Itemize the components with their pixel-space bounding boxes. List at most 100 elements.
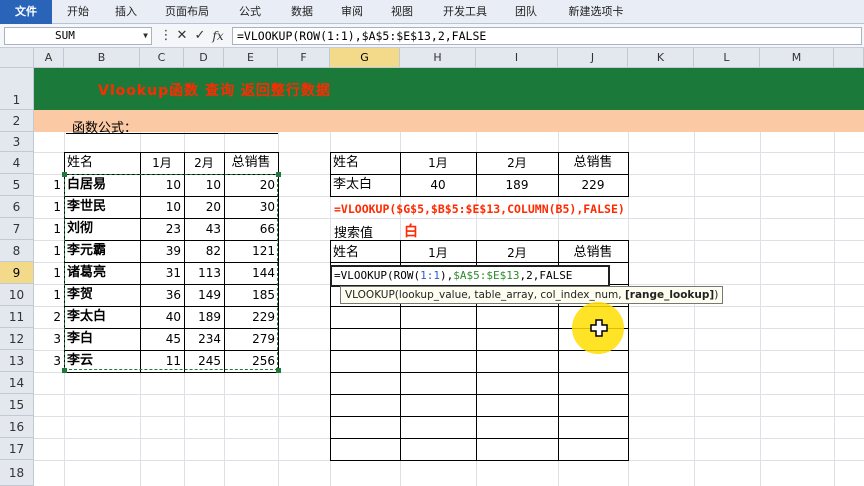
column-header-n-partial[interactable] bbox=[834, 48, 864, 68]
column-header-a[interactable]: A bbox=[34, 48, 64, 68]
copy-selection-marquee bbox=[64, 174, 278, 370]
row-header-14[interactable]: 14 bbox=[0, 372, 34, 394]
cell-border bbox=[628, 152, 629, 197]
selection-handle[interactable] bbox=[276, 172, 281, 177]
row-header-9[interactable]: 9 bbox=[0, 262, 34, 284]
tab-view[interactable]: 视图 bbox=[380, 0, 424, 24]
result-header-total[interactable]: 总销售 bbox=[558, 152, 628, 174]
result-jan[interactable]: 40 bbox=[400, 174, 476, 196]
column-header-d[interactable]: D bbox=[184, 48, 224, 68]
chevron-down-icon[interactable]: ▼ bbox=[143, 28, 148, 44]
row-header-3[interactable]: 3 bbox=[0, 132, 34, 152]
tab-page-layout[interactable]: 页面布局 bbox=[154, 0, 220, 24]
row-header-5[interactable]: 5 bbox=[0, 174, 34, 196]
lookup-header-name[interactable]: 姓名 bbox=[330, 242, 400, 264]
cancel-icon[interactable]: ✕ bbox=[174, 28, 190, 44]
row-header-15[interactable]: 15 bbox=[0, 394, 34, 416]
col-a-value[interactable]: 3 bbox=[34, 350, 64, 372]
cell-border bbox=[330, 416, 629, 417]
row-header-12[interactable]: 12 bbox=[0, 328, 34, 350]
tab-home[interactable]: 开始 bbox=[56, 0, 100, 24]
row-header-6[interactable]: 6 bbox=[0, 196, 34, 218]
formula-text-suffix: ,2,FALSE bbox=[430, 29, 487, 43]
column-header-h[interactable]: H bbox=[400, 48, 476, 68]
cell-border bbox=[330, 152, 331, 197]
header-total[interactable]: 总销售 bbox=[224, 152, 278, 174]
column-header-j[interactable]: J bbox=[558, 48, 628, 68]
column-header-c[interactable]: C bbox=[140, 48, 184, 68]
sheet-title: Vlookup函数 查询 返回整行数据 bbox=[98, 83, 331, 99]
tab-file[interactable]: 文件 bbox=[0, 0, 52, 24]
tooltip-close-paren: ) bbox=[714, 289, 719, 301]
column-header-i[interactable]: I bbox=[476, 48, 558, 68]
editor-mid: ), bbox=[439, 269, 454, 282]
header-feb[interactable]: 2月 bbox=[184, 152, 224, 174]
tab-insert[interactable]: 插入 bbox=[104, 0, 148, 24]
formula-bar: SUM ▼ ⋮ ✕ ✓ fx =VLOOKUP(ROW(1:1),$A$5:$E… bbox=[0, 24, 864, 48]
result-name[interactable]: 李太白 bbox=[330, 174, 400, 196]
formula-input[interactable]: =VLOOKUP(ROW(1:1),$A$5:$E$13,2,FALSE bbox=[232, 27, 862, 45]
col-a-value[interactable]: 1 bbox=[34, 218, 64, 240]
result-header-jan[interactable]: 1月 bbox=[400, 152, 476, 174]
tab-new-tab[interactable]: 新建选项卡 bbox=[556, 0, 636, 24]
editor-suffix: ,2,FALSE bbox=[519, 269, 573, 282]
column-header-m[interactable]: M bbox=[760, 48, 834, 68]
result-header-name[interactable]: 姓名 bbox=[330, 152, 400, 174]
cell-border bbox=[330, 438, 629, 439]
tab-review[interactable]: 审阅 bbox=[330, 0, 374, 24]
select-all-corner[interactable] bbox=[0, 48, 34, 68]
tab-formulas[interactable]: 公式 bbox=[228, 0, 272, 24]
header-name[interactable]: 姓名 bbox=[64, 152, 140, 174]
column-header-b[interactable]: B bbox=[64, 48, 140, 68]
row-header-13[interactable]: 13 bbox=[0, 350, 34, 372]
result-header-feb[interactable]: 2月 bbox=[476, 152, 558, 174]
cell-border bbox=[64, 152, 279, 153]
name-box[interactable]: SUM ▼ bbox=[4, 27, 152, 45]
formula-text-row: 1:1 bbox=[327, 29, 348, 43]
function-signature-tooltip[interactable]: VLOOKUP(lookup_value, table_array, col_i… bbox=[340, 286, 724, 304]
col-a-value[interactable]: 1 bbox=[34, 284, 64, 306]
enter-icon[interactable]: ✓ bbox=[192, 28, 208, 44]
col-a-value[interactable]: 2 bbox=[34, 306, 64, 328]
more-options-icon[interactable]: ⋮ bbox=[158, 28, 174, 44]
row-header-2[interactable]: 2 bbox=[0, 110, 34, 132]
lookup-header-feb[interactable]: 2月 bbox=[476, 242, 558, 264]
column-header-g[interactable]: G bbox=[330, 48, 400, 68]
col-a-value[interactable]: 1 bbox=[34, 262, 64, 284]
column-header-f[interactable]: F bbox=[278, 48, 330, 68]
column-header-k[interactable]: K bbox=[628, 48, 694, 68]
tooltip-range-lookup-arg[interactable]: [range_lookup] bbox=[625, 289, 714, 301]
row-header-4[interactable]: 4 bbox=[0, 152, 34, 174]
header-jan[interactable]: 1月 bbox=[140, 152, 184, 174]
selection-handle[interactable] bbox=[62, 172, 67, 177]
formula-text-range: $A$5:$E$13 bbox=[361, 29, 431, 43]
row-header-18[interactable]: 18 bbox=[0, 460, 34, 486]
result-total[interactable]: 229 bbox=[558, 174, 628, 196]
col-a-value[interactable]: 1 bbox=[34, 174, 64, 196]
tab-team[interactable]: 团队 bbox=[504, 0, 548, 24]
column-header-l[interactable]: L bbox=[694, 48, 760, 68]
column-header-e[interactable]: E bbox=[224, 48, 278, 68]
search-value[interactable]: 白 bbox=[404, 221, 418, 241]
insert-function-icon[interactable]: fx bbox=[210, 28, 226, 44]
row-header-8[interactable]: 8 bbox=[0, 240, 34, 262]
row-header-1[interactable]: 1 bbox=[0, 68, 34, 110]
selection-handle[interactable] bbox=[62, 368, 67, 373]
tab-data[interactable]: 数据 bbox=[280, 0, 324, 24]
plus-cursor-icon bbox=[590, 319, 608, 337]
row-header-11[interactable]: 11 bbox=[0, 306, 34, 328]
example-formula[interactable]: =VLOOKUP($G$5,$B$5:$E$13,COLUMN(B5),FALS… bbox=[334, 202, 625, 216]
row-header-10[interactable]: 10 bbox=[0, 284, 34, 306]
result-feb[interactable]: 189 bbox=[476, 174, 558, 196]
lookup-header-total[interactable]: 总销售 bbox=[558, 242, 628, 264]
col-a-value[interactable]: 1 bbox=[34, 196, 64, 218]
col-a-value[interactable]: 3 bbox=[34, 328, 64, 350]
row-header-17[interactable]: 17 bbox=[0, 438, 34, 460]
col-a-value[interactable]: 1 bbox=[34, 240, 64, 262]
lookup-header-jan[interactable]: 1月 bbox=[400, 242, 476, 264]
row-header-7[interactable]: 7 bbox=[0, 218, 34, 240]
tab-developer[interactable]: 开发工具 bbox=[432, 0, 498, 24]
cell-editor-g9[interactable]: =VLOOKUP(ROW(1:1),$A$5:$E$13,2,FALSE bbox=[330, 265, 610, 287]
selection-handle[interactable] bbox=[276, 368, 281, 373]
row-header-16[interactable]: 16 bbox=[0, 416, 34, 438]
